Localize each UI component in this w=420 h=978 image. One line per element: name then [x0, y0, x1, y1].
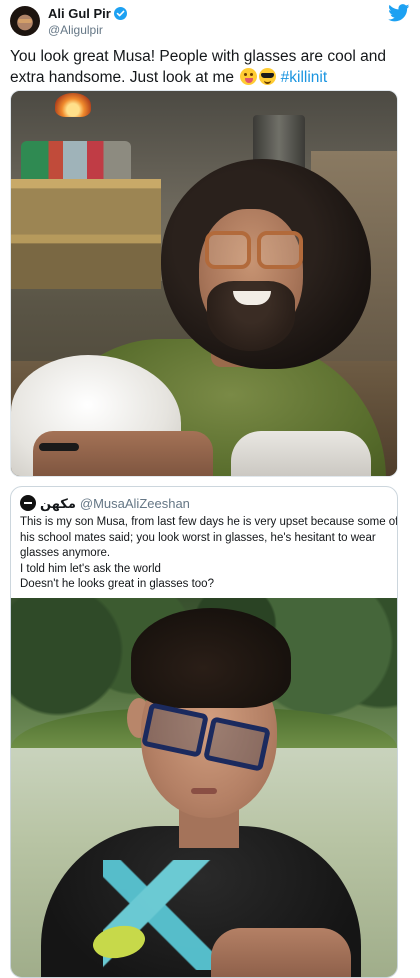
tweet-text: You look great Musa! People with glasses… [10, 46, 410, 88]
tweet-photo[interactable] [10, 90, 398, 477]
quoted-text-line: glasses anymore. [20, 547, 111, 559]
quoted-text-line: I told him let's ask the world [20, 562, 161, 575]
quoted-author-avatar [20, 495, 36, 511]
quoted-tweet[interactable]: مکھن @MusaAliZeeshan This is my son Musa,… [10, 486, 398, 978]
quoted-text-line: Doesn't he looks great in glasses too? [20, 578, 214, 590]
sunglasses-face-emoji-icon [259, 68, 277, 85]
hashtag-link[interactable]: #killinit [281, 69, 328, 86]
author-display-name[interactable]: Ali Gul Pir [48, 6, 111, 22]
quoted-text-line: This is my son Musa, from last few days … [20, 516, 398, 528]
quoted-tweet-header: مکھن @MusaAliZeeshan [20, 495, 190, 513]
tweet-body-text: You look great Musa! People with glasses… [10, 48, 386, 86]
face-savoring-food-emoji-icon [240, 68, 258, 85]
author-names[interactable]: Ali Gul Pir @Aligulpir [48, 5, 127, 38]
quoted-author-handle: @MusaAliZeeshan [79, 496, 190, 511]
author-avatar[interactable] [10, 6, 40, 36]
verified-badge-icon [113, 7, 127, 20]
author-handle[interactable]: @Aligulpir [48, 23, 127, 38]
quoted-text-line: his school mates said; you look worst in… [20, 531, 376, 544]
quoted-tweet-photo [11, 598, 397, 977]
twitter-bird-icon[interactable] [388, 4, 410, 22]
quoted-tweet-text: This is my son Musa, from last few days … [20, 515, 398, 593]
tweet-header: Ali Gul Pir @Aligulpir [10, 4, 410, 38]
quoted-author-name: مکھن [40, 496, 76, 511]
tweet-card: Ali Gul Pir @Aligulpir You look great Mu… [0, 0, 420, 978]
